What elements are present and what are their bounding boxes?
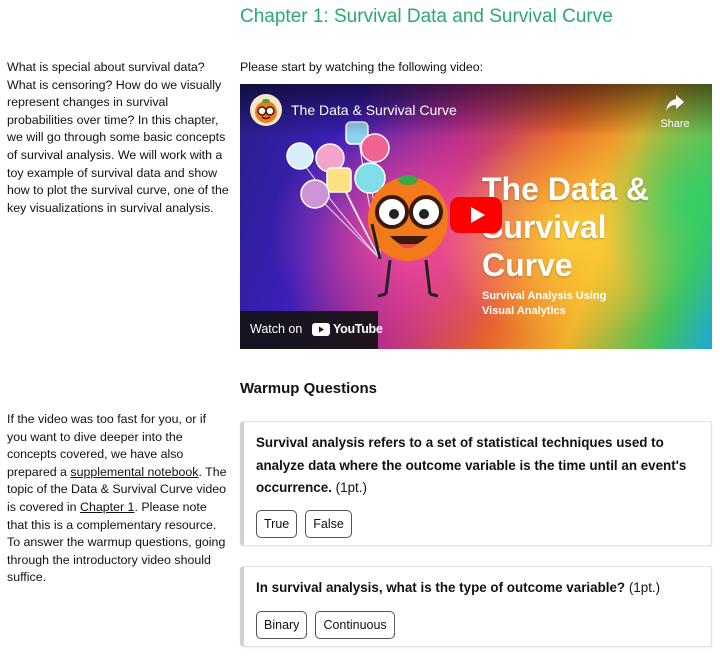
video-intro: Please start by watching the following v… (240, 60, 484, 74)
supplemental-note: If the video was too fast for you, or if… (7, 411, 229, 587)
youtube-label: YouTube (333, 322, 383, 336)
question-card: In survival analysis, what is the type o… (240, 566, 712, 647)
share-button[interactable]: Share (650, 94, 700, 130)
answer-continuous-button[interactable]: Continuous (315, 610, 395, 639)
play-icon[interactable] (450, 197, 502, 233)
video-title[interactable]: The Data & Survival Curve (291, 102, 457, 118)
watch-on-label: Watch on (250, 322, 303, 336)
answer-options: Binary Continuous (256, 610, 699, 639)
question-points: (1pt.) (628, 580, 661, 595)
video-embed[interactable]: The Data & Survival Curve Share The Data… (240, 84, 712, 349)
youtube-icon (312, 322, 330, 336)
thumbnail-title-line-1: The Data & (482, 171, 650, 207)
share-label: Share (660, 118, 690, 130)
youtube-logo: YouTube (312, 322, 383, 336)
chapter-description: What is special about survival data? Wha… (7, 60, 229, 215)
question-text: In survival analysis, what is the type o… (256, 577, 699, 600)
page-title: Chapter 1: Survival Data and Survival Cu… (240, 6, 613, 27)
thumbnail-title-line-2: Survival (482, 209, 607, 245)
answer-binary-button[interactable]: Binary (256, 610, 308, 639)
answer-false-button[interactable]: False (305, 509, 352, 538)
share-icon (666, 95, 684, 111)
warmup-heading: Warmup Questions (240, 380, 377, 397)
watch-on-youtube-button[interactable]: Watch on YouTube (240, 311, 383, 349)
question-text: Survival analysis refers to a set of sta… (256, 432, 699, 500)
question-points: (1pt.) (335, 480, 367, 496)
thumbnail-title-line-3: Curve (482, 247, 573, 283)
question-prompt: In survival analysis, what is the type o… (256, 580, 626, 595)
thumbnail-subtitle: Survival Analysis Using Visual Analytics (482, 289, 606, 319)
thumbnail-title: The Data & Survival Curve (482, 170, 649, 284)
answer-options: True False (256, 509, 699, 538)
channel-avatar[interactable] (250, 94, 282, 126)
thumbnail-subtitle-line-2: Visual Analytics (482, 305, 566, 317)
question-prompt: Survival analysis refers to a set of sta… (256, 435, 687, 496)
thumbnail-subtitle-line-1: Survival Analysis Using (482, 290, 607, 302)
supplemental-notebook-link[interactable]: supplemental notebook (70, 465, 198, 479)
question-card: Survival analysis refers to a set of sta… (240, 421, 712, 546)
answer-true-button[interactable]: True (256, 509, 298, 538)
chapter-1-link[interactable]: Chapter 1 (80, 500, 134, 514)
